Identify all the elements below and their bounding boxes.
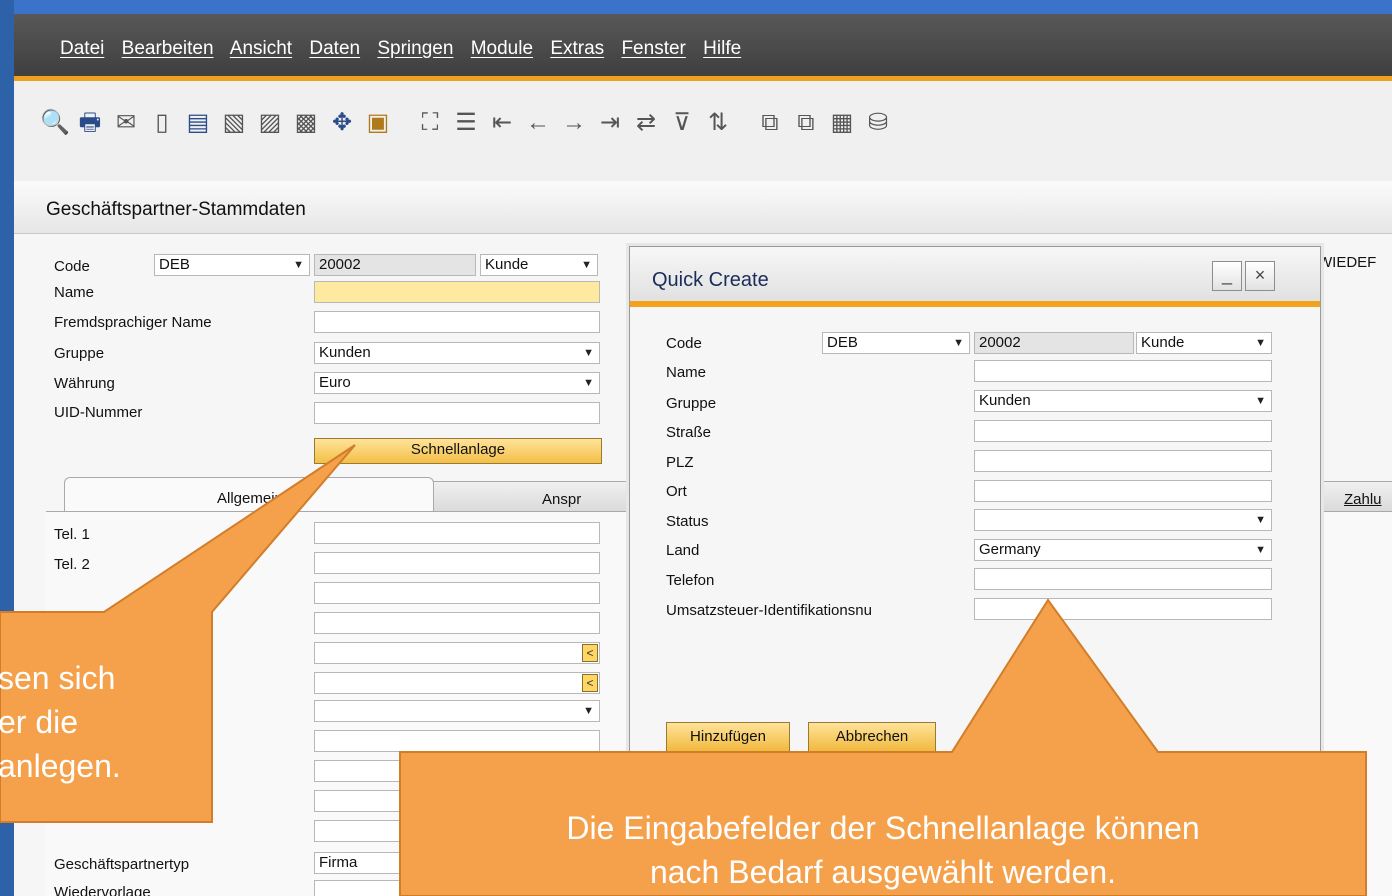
- left-callout-line-1: sen sich: [0, 660, 116, 696]
- left-callout-line-3: anlegen.: [0, 748, 121, 784]
- bottom-callout-line-1: Die Eingabefelder der Schnellanlage könn…: [566, 810, 1200, 846]
- callout-shapes: [0, 444, 1367, 896]
- bottom-callout-text: Die Eingabefelder der Schnellanlage könn…: [400, 806, 1366, 894]
- left-callout-text: sen sich er die anlegen.: [0, 656, 121, 788]
- left-callout-line-2: er die: [0, 704, 79, 740]
- bottom-callout-line-2: nach Bedarf ausgewählt werden.: [649, 854, 1117, 890]
